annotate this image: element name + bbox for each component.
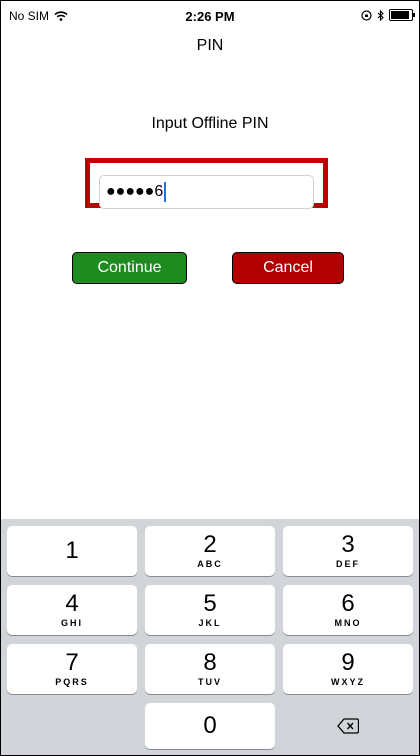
- key-digit: 5: [203, 589, 217, 617]
- key-digit: 6: [341, 589, 355, 617]
- delete-key[interactable]: [283, 703, 413, 749]
- key-digit: 1: [65, 537, 79, 564]
- key-1[interactable]: 1: [7, 526, 137, 576]
- key-4[interactable]: 4 GHI: [7, 585, 137, 635]
- key-letters: JKL: [198, 617, 222, 628]
- key-letters: DEF: [336, 558, 360, 569]
- key-letters: PQRS: [55, 676, 89, 687]
- key-6[interactable]: 6 MNO: [283, 585, 413, 635]
- key-digit: 9: [341, 648, 355, 676]
- key-digit: 0: [203, 712, 217, 739]
- app-screen: No SIM 2:26 PM PIN Input Offline PIN ●●●…: [0, 0, 420, 756]
- key-digit: 4: [65, 589, 79, 617]
- key-3[interactable]: 3 DEF: [283, 526, 413, 576]
- numeric-keypad: 1 2 ABC 3 DEF 4 GHI 5 JKL 6 MNO 7 PQRS 8…: [1, 519, 419, 755]
- key-digit: 3: [341, 530, 355, 558]
- key-letters: TUV: [198, 676, 222, 687]
- backspace-icon: [337, 718, 359, 734]
- pin-value: ●●●●●6: [106, 183, 164, 200]
- battery-icon: [389, 9, 415, 21]
- key-7[interactable]: 7 PQRS: [7, 644, 137, 694]
- key-digit: 2: [203, 530, 217, 558]
- key-letters: GHI: [60, 617, 83, 628]
- status-bar: No SIM 2:26 PM: [1, 1, 419, 25]
- page-title: PIN: [196, 37, 224, 54]
- status-time: 2:26 PM: [185, 9, 235, 24]
- key-0[interactable]: 0: [145, 703, 275, 749]
- key-8[interactable]: 8 TUV: [145, 644, 275, 694]
- key-5[interactable]: 5 JKL: [145, 585, 275, 635]
- status-right: [361, 9, 415, 21]
- text-caret: [164, 182, 167, 202]
- orientation-lock-icon: [361, 9, 372, 21]
- battery-level: [391, 11, 409, 19]
- cancel-button[interactable]: Cancel: [232, 252, 344, 284]
- key-digit: 8: [203, 648, 217, 676]
- key-9[interactable]: 9 WXYZ: [283, 644, 413, 694]
- key-letters: WXYZ: [331, 676, 365, 687]
- key-2[interactable]: 2 ABC: [145, 526, 275, 576]
- pin-input[interactable]: ●●●●●6: [99, 175, 314, 209]
- key-letters: ABC: [197, 558, 223, 569]
- key-digit: 7: [65, 648, 79, 676]
- continue-button[interactable]: Continue: [72, 252, 187, 284]
- pin-prompt: Input Offline PIN: [151, 115, 269, 132]
- key-letters: MNO: [334, 617, 362, 628]
- bluetooth-icon: [377, 9, 384, 21]
